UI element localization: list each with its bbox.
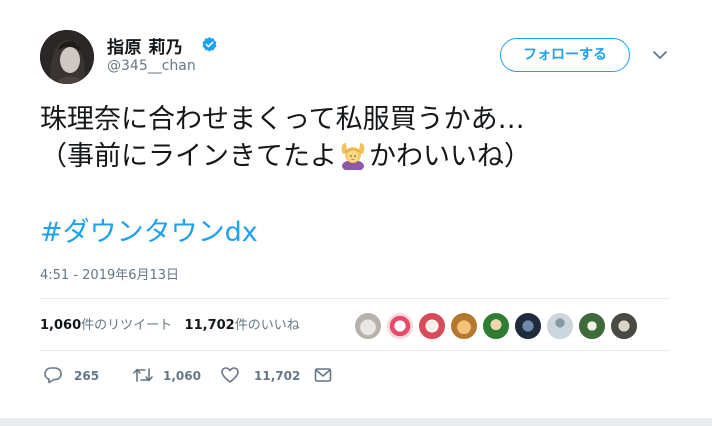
liker-avatar[interactable] [449,311,479,341]
tweet-line-2: （事前にラインきてたよ かわいいね） [40,138,531,175]
chevron-down-icon[interactable] [652,50,668,60]
heart-icon[interactable] [220,366,240,384]
tweet-text: 珠理奈に合わせまくって私服買うかあ… （事前にラインきてたよ かわいいね） [40,101,531,175]
woman-gesturing-ok-emoji-icon [341,143,365,170]
hashtag-link[interactable]: #ダウンタウンdx [40,210,258,249]
liker-avatar[interactable] [577,311,607,341]
tweet-timestamp[interactable]: 4:51 - 2019年6月13日 [40,264,179,283]
liker-avatar[interactable] [481,311,511,341]
retweet-stat[interactable]: 1,060件のリツイート [40,318,172,333]
like-count: 11,702 [254,369,301,383]
like-stat-count: 11,702 [184,318,235,333]
tweet-line-2-start: （事前にラインきてたよ [40,141,337,172]
reply-icon[interactable] [43,366,63,384]
author-handle[interactable]: @345__chan [107,58,196,74]
like-stat[interactable]: 11,702件のいいね [185,318,300,333]
liker-avatar[interactable] [353,311,383,341]
direct-message-icon[interactable] [313,366,333,384]
tweet-line-2-end: かわいいね） [369,141,531,172]
like-stat-label: 件のいいね [234,318,300,333]
engagement-stats: 1,060件のリツイート 11,702件のいいね [40,314,300,333]
reply-count: 265 [74,369,100,383]
follow-button[interactable]: フォローする [500,38,630,72]
liker-avatar[interactable] [417,311,447,341]
divider [40,298,670,299]
liker-avatar[interactable] [513,311,543,341]
retweet-stat-label: 件のリツイート [81,318,173,333]
retweet-icon[interactable] [132,366,154,384]
author-avatar[interactable] [40,30,94,84]
liker-avatar[interactable] [609,311,639,341]
tweet-line-1: 珠理奈に合わせまくって私服買うかあ… [40,104,525,135]
verified-badge-icon [202,37,217,52]
retweet-stat-count: 1,060 [40,318,82,333]
divider [40,350,670,351]
author-name[interactable]: 指原 莉乃 [107,33,183,58]
retweet-count: 1,060 [163,369,201,383]
tweet-bottom-border [0,418,712,426]
liker-avatar[interactable] [385,311,415,341]
liker-avatar[interactable] [545,311,575,341]
